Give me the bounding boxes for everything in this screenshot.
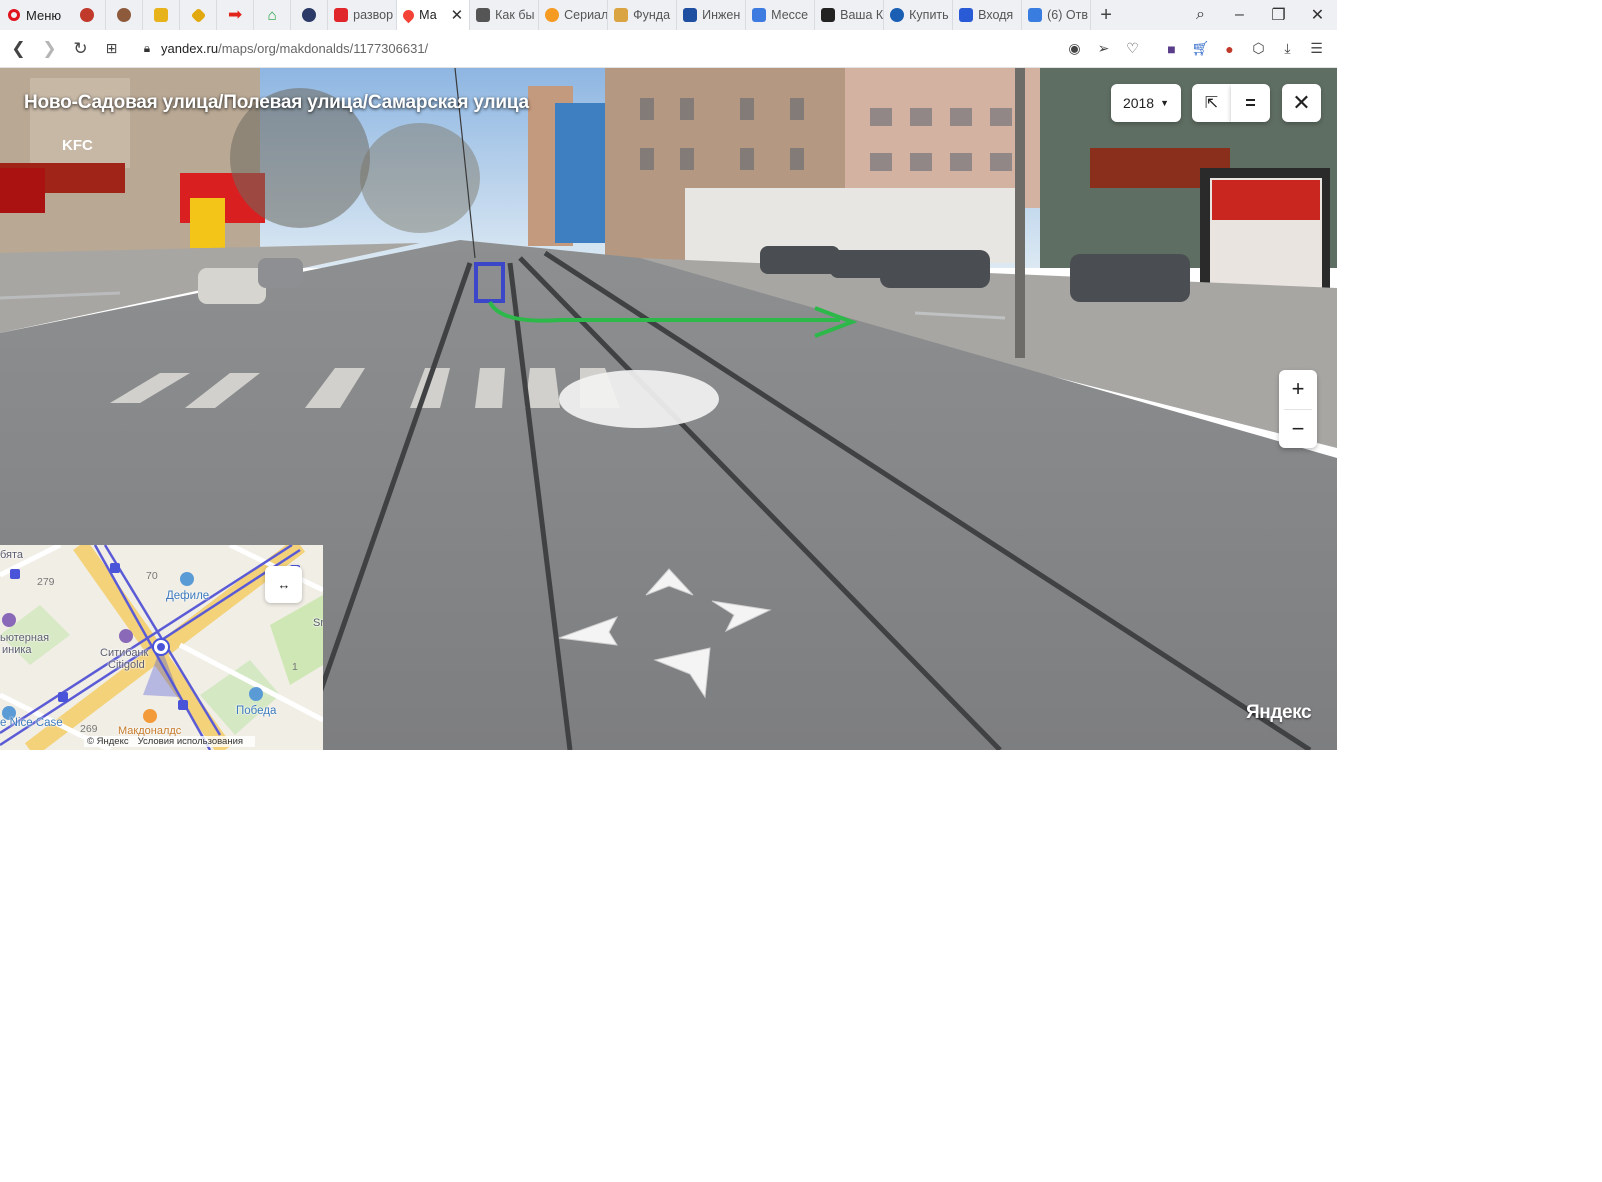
- tab-8[interactable]: Ваша К: [815, 0, 885, 30]
- download-icon[interactable]: ⤓: [1273, 40, 1302, 57]
- map-label-edge: Sr: [313, 617, 323, 629]
- swap-arrows-icon: ↔: [277, 577, 291, 592]
- swap-map-panorama-button[interactable]: ↔: [265, 566, 302, 603]
- close-window-icon[interactable]: ✕: [1298, 5, 1337, 25]
- heart-icon[interactable]: ♡: [1118, 40, 1147, 57]
- pinned-tab-7[interactable]: [291, 0, 329, 30]
- tab-4[interactable]: Сериал: [539, 0, 609, 30]
- map-number-269: 269: [80, 723, 98, 735]
- street-title: Ново-Садовая улица/Полевая улица/Самарск…: [24, 92, 529, 113]
- green-home-icon: ⌂: [267, 6, 277, 24]
- question-icon: [1028, 8, 1043, 22]
- tab-1[interactable]: развор: [328, 0, 398, 30]
- poi-shop-icon: [180, 572, 194, 586]
- close-icon: ✕: [1292, 90, 1311, 115]
- pinned-tab-6[interactable]: ⌂: [254, 0, 292, 30]
- zoom-out-button[interactable]: −: [1279, 409, 1317, 448]
- map-number-70: 70: [146, 570, 158, 582]
- circle-logo-icon: [302, 8, 317, 22]
- layers-icon: [614, 8, 629, 22]
- equals-icon: =: [1245, 92, 1256, 113]
- map-label-citigold: Citigold: [108, 659, 145, 671]
- globe-icon: [117, 8, 132, 22]
- close-panorama-button[interactable]: ✕: [1282, 84, 1321, 122]
- tab-6[interactable]: Инжен: [677, 0, 747, 30]
- year-value: 2018: [1122, 95, 1155, 111]
- map-label-nicecase[interactable]: e Nice Case: [0, 717, 63, 729]
- extension-1-icon[interactable]: ■: [1157, 41, 1186, 57]
- chat-icon: [752, 8, 767, 22]
- mail-icon: [959, 8, 974, 22]
- tab-3[interactable]: Как бы: [470, 0, 540, 30]
- new-tab-button[interactable]: +: [1091, 4, 1121, 27]
- zoom-in-button[interactable]: +: [1279, 370, 1317, 409]
- yandex-logo: Яндекс: [1246, 702, 1312, 723]
- pinned-tab-3[interactable]: [143, 0, 181, 30]
- back-icon[interactable]: ❮: [3, 39, 34, 59]
- tab-close-icon[interactable]: ✕: [451, 6, 464, 24]
- brand-icon: [821, 8, 836, 22]
- opera-menu-button[interactable]: Меню: [0, 0, 69, 30]
- map-pin-icon: [400, 7, 417, 23]
- map-label-top: бята: [0, 549, 24, 561]
- tab-active-maps[interactable]: Ма ✕: [397, 0, 471, 30]
- address-bar: ❮ ❯ ↻ ⊞ 🔒︎ yandex.ru/maps/org/makdonalds…: [0, 30, 1337, 68]
- menu-label: Меню: [26, 7, 62, 23]
- yandex-icon: [334, 8, 349, 22]
- house-icon: [154, 8, 169, 22]
- map-label-defile[interactable]: Дефиле: [166, 590, 209, 602]
- send-icon[interactable]: ➢: [1089, 40, 1118, 57]
- pinned-tab-1[interactable]: [69, 0, 107, 30]
- tab-11[interactable]: (6) Отв: [1022, 0, 1092, 30]
- red-arrow-icon: ➡: [228, 5, 243, 24]
- tab-9[interactable]: Купить: [884, 0, 954, 30]
- minimize-icon[interactable]: ‒: [1220, 6, 1259, 24]
- cart-icon[interactable]: 🛒︎: [1186, 40, 1215, 57]
- opera-logo-icon: [8, 9, 20, 21]
- svg-text:KFC: KFC: [62, 137, 93, 154]
- c-logo-icon: [890, 8, 905, 22]
- lock-icon[interactable]: 🔒︎: [133, 41, 161, 56]
- triangle-icon: [683, 8, 698, 22]
- tab-10[interactable]: Входя: [953, 0, 1023, 30]
- pinned-tab-5[interactable]: ➡: [217, 0, 255, 30]
- tab-5[interactable]: Фунда: [608, 0, 678, 30]
- tab-bar: Меню ➡ ⌂ развор Ма ✕ Как бы Сериал Фунда …: [0, 0, 1337, 30]
- zoom-control: + −: [1279, 370, 1317, 448]
- reload-icon[interactable]: ↻: [65, 39, 96, 59]
- restore-icon[interactable]: ❐: [1259, 5, 1298, 25]
- pinned-tab-2[interactable]: [106, 0, 144, 30]
- emblem-icon: [80, 8, 95, 22]
- map-label-citibank[interactable]: Ситибанк: [100, 647, 148, 659]
- extension-2-icon[interactable]: ●: [1215, 41, 1244, 57]
- diamond-icon: [190, 7, 206, 23]
- panorama-menu-button[interactable]: =: [1231, 84, 1270, 122]
- share-button[interactable]: ⇱: [1192, 84, 1231, 122]
- external-link-icon: ⇱: [1204, 95, 1219, 112]
- speed-dial-icon[interactable]: ⊞: [96, 40, 127, 57]
- year-selector[interactable]: 2018 ▼: [1111, 84, 1181, 122]
- caret-down-icon: ▼: [1160, 98, 1170, 108]
- map-number-1: 1: [292, 661, 298, 673]
- map-number-279: 279: [37, 576, 55, 588]
- map-label-clinic-2: иника: [2, 644, 32, 656]
- camera-icon[interactable]: ◉: [1060, 40, 1089, 57]
- map-copyright: © Яндекс: [87, 736, 129, 747]
- document-icon: [476, 8, 491, 22]
- film-icon: [545, 8, 560, 22]
- minimap[interactable]: бята 279 70 Дефиле Sr ьютерная иника Сит…: [0, 545, 323, 750]
- street-panorama[interactable]: KFC Ново-Садовая улица/Полевая улица/Сам…: [0, 68, 1337, 750]
- map-label-clinic-1[interactable]: ьютерная: [0, 632, 49, 644]
- forward-icon[interactable]: ❯: [34, 39, 65, 59]
- map-terms-link[interactable]: Условия использования: [138, 736, 243, 747]
- browser-chrome: Меню ➡ ⌂ развор Ма ✕ Как бы Сериал Фунда …: [0, 0, 1337, 68]
- pinned-tab-4[interactable]: [180, 0, 218, 30]
- tab-7[interactable]: Мессе: [746, 0, 816, 30]
- search-tabs-icon[interactable]: ⌕: [1181, 6, 1220, 24]
- url-field[interactable]: yandex.ru/maps/org/makdonalds/1177306631…: [161, 41, 428, 56]
- cube-icon[interactable]: ⬡: [1244, 40, 1273, 57]
- easy-setup-icon[interactable]: ☰: [1302, 40, 1331, 57]
- map-label-pobeda[interactable]: Победа: [236, 705, 276, 717]
- map-footer: © Яндекс Условия использования: [84, 736, 256, 747]
